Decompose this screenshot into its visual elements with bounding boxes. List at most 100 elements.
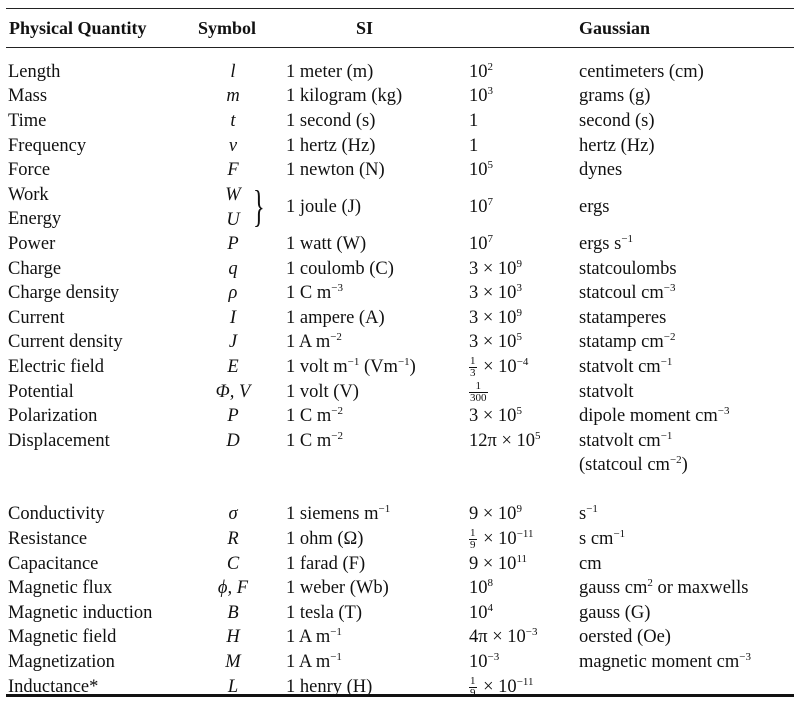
gaussian-cell: magnetic moment cm−3 [579,651,752,673]
factor-cell: 3 × 109 [469,306,522,328]
table-row: Current I 1 ampere (A) 3 × 109 statamperes [8,306,792,331]
gaussian-cell: oersted (Oe) [579,627,671,648]
table-row: Magnetization M 1 A m−1 10−3 magnetic moment… [8,650,792,675]
factor-cell: 3 × 109 [469,257,522,279]
table-row: Length l 1 meter (m) 102 centimeters (cm) [8,60,792,85]
factor-cell: 108 [469,577,493,599]
factor-cell: 102 [469,60,493,82]
table-row: Frequency ν 1 hertz (Hz) 1 hertz (Hz) [8,134,792,159]
gaussian-cell: statcoulombs [579,258,677,279]
quantity-cell: Time [8,110,47,131]
row-spacer [8,478,792,503]
si-cell: 1 joule (J) [286,197,362,218]
factor-cell: 19 × 10−11 [469,527,534,552]
quantity-cell: Frequency [8,135,87,156]
quantity-cell: Potential [8,381,74,402]
table-row: Resistance R 1 ohm (Ω) 1 9 × 10−11 s cm−1 [8,527,792,552]
si-cell: 1 C m−2 [286,405,343,427]
symbol-cell: M [225,652,241,673]
si-cell: 1 farad (F) [286,553,366,574]
symbol-cell: W U} [190,183,276,232]
table-row: Mass m 1 kilogram (kg) 103 grams (g) [8,85,792,110]
table-row: Time t 1 second (s) 1 second (s) [8,109,792,134]
gaussian-cell: gauss cm2 or maxwells [579,577,749,599]
factor-cell: 9 × 109 [469,503,522,525]
factor-cell: 1 [469,110,479,131]
table-row: Work W U} 1 joule (J) 107 ergs [8,183,792,229]
gaussian-cell: ergs [579,197,610,218]
table-row: Conductivity σ 1 siemens m−1 9 × 109 s−1 [8,503,792,528]
symbol-cell: D [226,430,240,451]
symbol-cell: Φ, V [215,381,251,402]
quantity-cell [8,454,190,479]
table-row: Magnetic flux ϕ, F 1 weber (Wb) 108 gauss cm… [8,576,792,601]
gaussian-cell: cm [579,553,602,574]
symbol-cell: ρ [228,283,238,304]
si-cell [276,454,469,479]
quantity-cell: Current density [8,332,123,353]
table-row: Force F 1 newton (N) 105 dynes [8,158,792,183]
quantity-cell: Current [8,307,65,328]
header-gaussian: Gaussian [579,18,651,38]
quantity-cell: Magnetization [8,652,115,673]
gaussian-cell: second (s) [579,110,655,131]
header-symbol: Symbol [198,18,257,38]
gaussian-cell: gauss (G) [579,602,651,623]
bottom-rule [6,694,794,697]
quantity-cell: Mass [8,86,48,107]
header-si: SI [356,18,374,38]
factor-cell: 10−3 [469,651,500,673]
gaussian-cell: centimeters (cm) [579,61,704,82]
symbol-cell [190,454,276,479]
symbol-cell: q [228,258,238,279]
factor-cell: 3 × 105 [469,331,522,353]
gaussian-cell: hertz (Hz) [579,135,655,156]
top-rule [6,8,794,9]
gaussian-cell: dipole moment cm−3 [579,405,730,427]
si-cell: 1 volt (V) [286,381,359,402]
symbol-cell: I [229,307,237,328]
symbol-cell: R [227,529,239,550]
symbol-cell: σ [228,504,238,525]
quantity-cell: Resistance [8,529,88,550]
gaussian-cell: statvolt [579,381,634,402]
header-rule [6,47,794,48]
gaussian-cell: s−1 [579,503,598,525]
gaussian-cell: statcoul cm−3 [579,282,676,304]
symbol-cell: ν [228,135,238,156]
table-row: (statcoul cm−2) [8,454,792,479]
si-cell: 1 ampere (A) [286,307,385,328]
symbol-cell: ϕ, F [217,578,249,599]
header-physical-quantity: Physical Quantity [9,18,147,38]
symbol-cell: l [230,61,236,82]
factor-cell: 1 [469,135,479,156]
quantity-cell: Capacitance [8,553,99,574]
table-row: Displacement D 1 C m−2 12π × 105 statvolt cm… [8,429,792,454]
symbol-cell: t [230,110,236,131]
si-cell: 1 A m−1 [286,651,342,673]
table-row: Charge q 1 coulomb (C) 3 × 109 statcoulombs [8,257,792,282]
factor-cell: 13 × 10−4 [469,354,529,379]
si-cell: 1 C m−3 [286,282,343,304]
quantity-cell: Conductivity [8,504,105,525]
si-cell: 1 kilogram (kg) [286,86,403,107]
quantity-cell: Energy [8,209,62,230]
gaussian-cell: dynes [579,160,623,181]
si-cell: 1 ohm (Ω) [286,529,364,550]
units-table-body: Length l 1 meter (m) 102 centimeters (cm) Mas… [8,60,792,699]
symbol-cell: J [228,332,238,353]
quantity-cell: Length [8,61,61,82]
gaussian-cell: statvolt cm−1 [579,429,673,451]
si-cell: 1 siemens m−1 [286,503,391,525]
table-row: Magnetic field H 1 A m−1 4π × 10−3 oersted (… [8,626,792,651]
symbol-cell: P [227,406,239,427]
si-cell: 1 A m−2 [286,331,342,353]
quantity-cell: Power [8,233,56,254]
gaussian-cell: statamp cm−2 [579,331,676,353]
table-row: Electric field E 1 volt m−1 (Vm−1) 1 3 × 10−… [8,355,792,380]
factor-cell: 9 × 1011 [469,552,528,574]
factor-cell: 107 [469,196,493,218]
quantity-cell: Work [8,184,49,205]
quantity-cell: Displacement [8,430,110,451]
factor-cell [469,454,579,479]
